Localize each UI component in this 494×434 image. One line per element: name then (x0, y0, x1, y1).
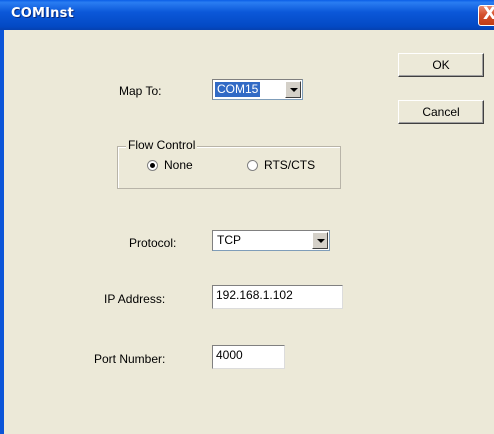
flow-control-legend: Flow Control (126, 138, 198, 152)
radio-rts-cts-label[interactable]: RTS/CTS (264, 158, 315, 172)
dropdown-arrow-icon[interactable] (285, 81, 301, 98)
ip-address-label: IP Address: (104, 292, 166, 306)
close-icon: X (483, 4, 494, 24)
map-to-dropdown[interactable]: COM15 (212, 79, 303, 100)
radio-none[interactable] (147, 160, 158, 171)
protocol-dropdown[interactable]: TCP (212, 230, 330, 251)
radio-none-label[interactable]: None (164, 158, 193, 172)
window-left-border (0, 30, 4, 434)
cominst-dialog: COMInst X OK Cancel Map To: COM15 Flow C… (0, 0, 494, 434)
close-button[interactable]: X (478, 4, 494, 26)
protocol-label: Protocol: (129, 236, 177, 250)
map-to-value: COM15 (215, 82, 261, 97)
cancel-button[interactable]: Cancel (398, 100, 484, 124)
port-number-label: Port Number: (94, 352, 166, 366)
ok-button[interactable]: OK (398, 53, 484, 77)
port-number-field[interactable]: 4000 (212, 345, 285, 369)
map-to-label: Map To: (119, 84, 162, 98)
ip-address-field[interactable]: 192.168.1.102 (212, 285, 343, 309)
title-bar[interactable]: COMInst X (0, 0, 494, 30)
protocol-value: TCP (217, 233, 241, 247)
radio-rts-cts[interactable] (247, 160, 258, 171)
window-title: COMInst (11, 6, 74, 21)
dropdown-arrow-icon[interactable] (312, 232, 328, 249)
